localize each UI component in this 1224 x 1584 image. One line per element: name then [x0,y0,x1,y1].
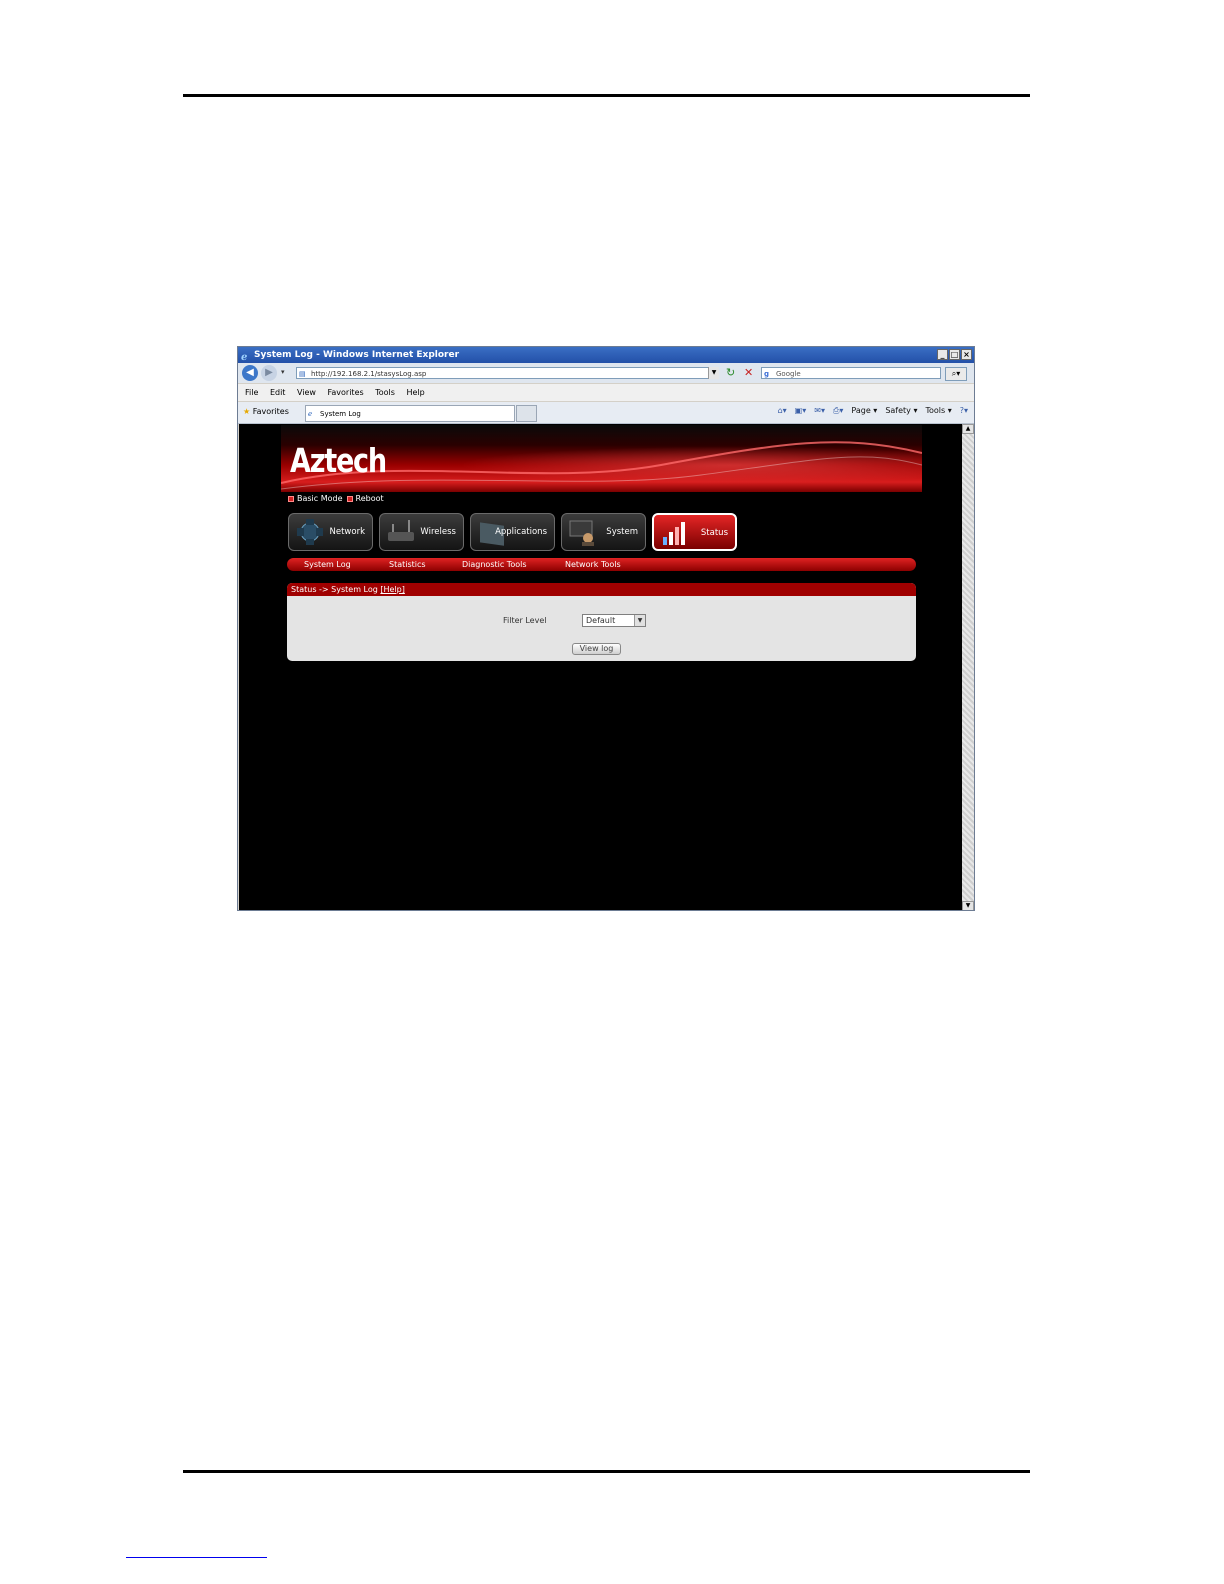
chevron-down-icon: ▼ [634,615,645,626]
menu-network-label: Network [329,527,366,537]
filter-level-select[interactable]: Default ▼ [582,614,646,627]
help-icon[interactable]: ?▾ [960,406,968,416]
command-bar: ⌂▾ ▣▾ ✉▾ ⎙▾ Page ▾ Safety ▾ Tools ▾ ?▾ [778,406,968,416]
quick-links: Basic Mode Reboot [288,494,384,503]
page-bottom-rule [183,1470,1030,1473]
address-bar: ◀ ▶ ▾ ▤ http://192.168.2.1/stasysLog.asp… [238,363,974,383]
favorites-button[interactable]: ★ Favorites [243,407,289,416]
page-icon: ▤ [299,370,306,378]
filter-level-value: Default [586,616,616,625]
minimize-icon[interactable]: _ [937,349,948,360]
menu-edit[interactable]: Edit [270,388,286,397]
google-icon: g [764,370,770,378]
help-link[interactable]: [Help] [380,585,404,594]
submenu-statistics[interactable]: Statistics [389,558,426,571]
print-icon[interactable]: ⎙▾ [833,406,843,416]
page-top-rule [183,94,1030,97]
menu-wireless[interactable]: Wireless [379,513,464,551]
menu-applications[interactable]: Applications [470,513,555,551]
aztech-logo: Aztech [290,441,387,480]
scroll-down-icon[interactable]: ▼ [962,901,974,910]
maximize-icon[interactable]: □ [949,349,960,360]
tab-page-icon: ℯ [308,410,313,418]
tab-label: System Log [320,410,361,418]
main-menu: Network Wireless Applications System Sta… [288,513,737,551]
system-icon [569,520,594,546]
view-log-button[interactable]: View log [572,643,621,655]
menu-system-label: System [606,527,638,537]
menu-status[interactable]: Status [652,513,737,551]
window-titlebar: ℯ System Log - Windows Internet Explorer… [238,347,974,363]
back-arrow-icon[interactable]: ◀ [242,365,258,381]
home-icon[interactable]: ⌂▾ [778,406,787,416]
search-placeholder: Google [776,370,801,378]
menu-applications-label: Applications [495,527,547,537]
menu-tools[interactable]: Tools [375,388,395,397]
tab-system-log[interactable]: ℯ System Log [305,405,515,422]
vertical-scrollbar[interactable]: ▲ ▼ [962,424,974,910]
url-dropdown-icon[interactable]: ▼ [708,367,719,379]
menu-system[interactable]: System [561,513,646,551]
window-controls: _ □ × [937,349,972,360]
scroll-up-icon[interactable]: ▲ [962,424,974,434]
feeds-icon[interactable]: ▣▾ [795,406,807,416]
menu-help[interactable]: Help [406,388,424,397]
menu-favorites[interactable]: Favorites [328,388,364,397]
close-icon[interactable]: × [961,349,972,360]
browser-window: ℯ System Log - Windows Internet Explorer… [237,346,975,911]
submenu-diagnostic-tools[interactable]: Diagnostic Tools [462,558,527,571]
search-icon[interactable]: ⌕▾ [945,367,967,381]
reboot-label: Reboot [355,494,384,503]
menu-network[interactable]: Network [288,513,373,551]
panel-header: Status -> System Log [Help] [287,583,916,596]
search-input[interactable]: g Google [761,367,941,379]
system-log-panel: Status -> System Log [Help] Filter Level… [287,583,916,661]
stop-icon[interactable]: ✕ [744,366,753,379]
favorites-bar: ★ Favorites ℯ System Log ⌂▾ ▣▾ ✉▾ ⎙▾ Pag… [238,402,974,424]
submenu-network-tools[interactable]: Network Tools [565,558,621,571]
basic-mode-link[interactable]: Basic Mode [288,494,343,503]
menu-file[interactable]: File [245,388,258,397]
menu-wireless-label: Wireless [420,527,456,537]
history-dropdown-icon[interactable]: ▾ [281,368,285,376]
menu-view[interactable]: View [297,388,316,397]
footer-link-underline [126,1557,267,1558]
mail-icon[interactable]: ✉▾ [814,406,825,416]
filter-level-label: Filter Level [503,616,547,625]
reboot-link[interactable]: Reboot [346,494,384,503]
submenu-system-log[interactable]: System Log [304,558,351,571]
aztech-banner: Aztech [281,425,922,492]
router-icon [388,520,414,541]
window-title: System Log - Windows Internet Explorer [254,350,460,360]
page-viewport: Aztech Basic Mode Reboot Network Wireles… [239,424,962,910]
forward-arrow-icon[interactable]: ▶ [261,365,277,381]
menu-bar: File Edit View Favorites Tools Help [238,384,974,401]
menu-status-label: Status [700,528,728,538]
bullet-icon [288,495,294,502]
status-chart-icon [663,522,685,545]
bullet-icon [346,495,353,502]
sub-menu: System Log Statistics Diagnostic Tools N… [287,558,916,571]
page-menu[interactable]: Page ▾ [851,406,877,416]
breadcrumb: Status -> System Log [291,585,378,594]
new-tab-button[interactable] [516,405,537,422]
refresh-icon[interactable]: ↻ [726,366,735,379]
url-text: http://192.168.2.1/stasysLog.asp [311,370,427,378]
url-input[interactable]: ▤ http://192.168.2.1/stasysLog.asp [296,367,719,379]
tools-menu[interactable]: Tools ▾ [925,406,951,416]
favorites-label: Favorites [252,407,289,416]
network-icon [297,519,323,545]
star-icon: ★ [243,407,251,416]
safety-menu[interactable]: Safety ▾ [885,406,917,416]
basic-mode-label: Basic Mode [297,494,343,503]
